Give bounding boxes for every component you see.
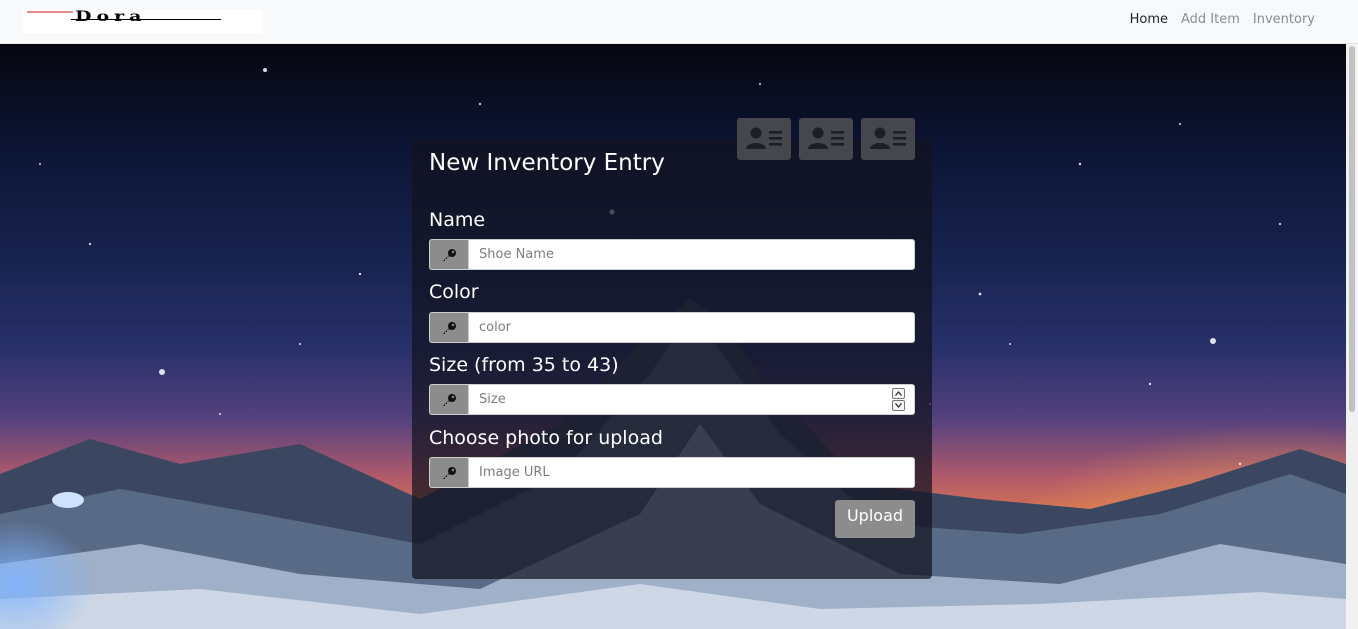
contact-card-button-1[interactable]	[737, 118, 791, 160]
contact-card-icon	[808, 127, 844, 149]
nav-link-add-item[interactable]: Add Item	[1181, 12, 1240, 27]
photo-label: Choose photo for upload	[429, 427, 663, 449]
nav-link-inventory[interactable]: Inventory	[1253, 12, 1315, 27]
photo-input-group	[429, 457, 915, 488]
key-icon	[429, 312, 468, 343]
name-input-group	[429, 239, 915, 270]
chevron-up-icon[interactable]	[892, 388, 905, 399]
name-label: Name	[429, 209, 486, 231]
nav-links: Home Add Item Inventory	[1130, 12, 1315, 27]
top-navbar: Dora Home Add Item Inventory	[0, 0, 1358, 44]
color-input-group	[429, 312, 915, 343]
size-input-group	[429, 384, 915, 415]
key-icon	[429, 457, 468, 488]
brand-logo[interactable]: Dora	[23, 9, 263, 33]
scrollbar-thumb[interactable]	[1349, 46, 1355, 412]
chevron-down-icon[interactable]	[892, 400, 905, 411]
shoe-name-input[interactable]	[468, 239, 915, 270]
image-url-input[interactable]	[468, 457, 915, 488]
color-label: Color	[429, 281, 479, 303]
inventory-form-panel: New Inventory Entry Name Color Size (fro…	[412, 139, 932, 579]
size-label: Size (from 35 to 43)	[429, 354, 619, 376]
upload-button[interactable]: Upload	[835, 500, 915, 538]
contact-card-button-2[interactable]	[799, 118, 853, 160]
color-input[interactable]	[468, 312, 915, 343]
contact-card-button-3[interactable]	[861, 118, 915, 160]
nav-link-home[interactable]: Home	[1130, 12, 1168, 27]
size-input[interactable]	[468, 384, 915, 415]
contact-card-icon	[870, 127, 906, 149]
logo-tagline-mark	[27, 11, 73, 13]
key-icon	[429, 239, 468, 270]
logo-text: Dora	[75, 9, 147, 25]
form-title: New Inventory Entry	[429, 150, 665, 176]
size-spinner[interactable]	[892, 388, 905, 412]
contact-card-icon	[746, 127, 782, 149]
page-scrollbar[interactable]	[1346, 44, 1358, 629]
key-icon	[429, 384, 468, 415]
